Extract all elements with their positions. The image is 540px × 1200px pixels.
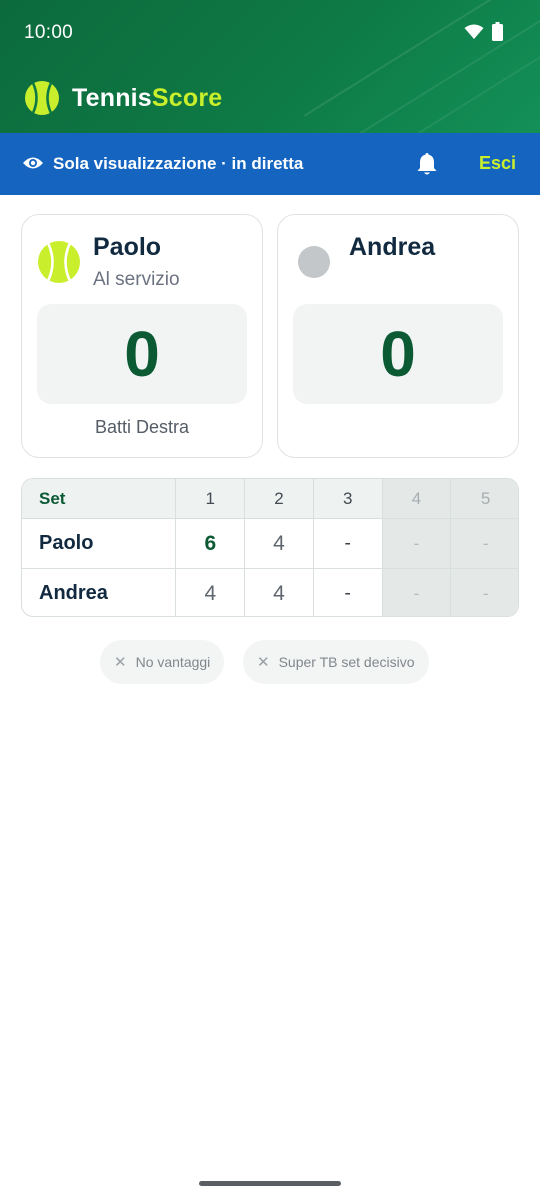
set-score: - (482, 533, 489, 553)
table-header-cell: 4 (382, 479, 452, 518)
close-icon: ✕ (257, 654, 270, 671)
player-name: Paolo (93, 233, 162, 261)
live-view-bar: Sola visualizzazione · in diretta Esci (0, 133, 540, 195)
set-score: 4 (204, 581, 217, 605)
set-score: - (482, 583, 489, 603)
points-value: 0 (124, 318, 160, 390)
home-indicator[interactable] (199, 1181, 341, 1186)
battery-icon (492, 22, 503, 46)
set-score: 6 (204, 531, 217, 555)
player-name: Andrea (349, 233, 436, 261)
set-score: - (413, 533, 420, 553)
table-cell: - (382, 519, 452, 568)
eye-icon (22, 155, 44, 176)
table-cell: 4 (245, 519, 314, 568)
table-header-cell: 5 (451, 479, 518, 518)
rule-chip-no-advantage: ✕ No vantaggi (100, 640, 225, 684)
serving-ball-icon (38, 241, 80, 283)
not-serving-indicator (298, 246, 330, 278)
close-icon: ✕ (114, 654, 127, 671)
row-player-name: Andrea (39, 582, 108, 604)
table-header-cell: Set (22, 479, 177, 518)
player-card: Andrea 0 (277, 214, 519, 458)
status-time: 10:00 (24, 22, 74, 43)
table-header-cell: 3 (314, 479, 383, 518)
table-cell: Andrea (22, 569, 177, 616)
table-cell: 4 (176, 569, 246, 616)
player-card: Paolo Al servizio 0 Batti Destra (21, 214, 263, 458)
app-header: 10:00 TennisScore (0, 0, 540, 133)
set-header-label: Set (39, 488, 66, 508)
rule-chip-label: Super TB set decisivo (278, 654, 415, 670)
table-cell: 6 (176, 519, 246, 568)
rule-chip-super-tiebreak: ✕ Super TB set decisivo (243, 640, 429, 684)
points-box: 0 (293, 304, 503, 404)
points-box: 0 (37, 304, 247, 404)
table-header-cell: 2 (245, 479, 314, 518)
table-cell: - (314, 569, 383, 616)
set-number: 2 (274, 488, 284, 508)
set-number: 5 (480, 488, 491, 508)
table-cell: 4 (245, 569, 314, 616)
table-cell: - (451, 569, 518, 616)
set-score: - (344, 582, 351, 604)
exit-button[interactable]: Esci (479, 153, 516, 174)
table-header-cell: 1 (176, 479, 246, 518)
live-view-label: Sola visualizzazione · in diretta (53, 154, 304, 173)
app-title: TennisScore (72, 84, 222, 113)
rule-chip-label: No vantaggi (135, 654, 211, 670)
table-cell: - (382, 569, 452, 616)
set-number: 3 (342, 488, 353, 508)
bell-icon[interactable] (414, 151, 440, 182)
set-score: - (344, 532, 351, 554)
app-title-part1: Tennis (72, 83, 152, 112)
set-number: 1 (205, 488, 216, 508)
serving-status: Al servizio (93, 269, 180, 290)
status-bar: 10:00 (0, 0, 540, 64)
table-cell: - (314, 519, 383, 568)
table-cell: - (451, 519, 518, 568)
wifi-icon (464, 24, 484, 45)
table-header-row: Set 1 2 3 4 5 (22, 479, 518, 518)
tennis-ball-logo-icon (25, 81, 59, 115)
serve-side-label: Batti Destra (94, 417, 190, 437)
table-row: Andrea 4 4 - - - (22, 568, 518, 616)
set-score: - (413, 583, 420, 603)
set-score: 4 (273, 581, 285, 605)
set-score: 4 (273, 531, 285, 555)
app-brand: TennisScore (24, 80, 222, 116)
table-row: Paolo 6 4 - - - (22, 518, 518, 568)
sets-table: Set 1 2 3 4 5 Paolo 6 4 - - - Andrea 4 4… (21, 478, 519, 617)
row-player-name: Paolo (39, 532, 94, 554)
app-title-part2: Score (151, 83, 223, 112)
table-cell: Paolo (22, 519, 177, 568)
set-number: 4 (411, 488, 422, 508)
points-value: 0 (380, 318, 416, 390)
